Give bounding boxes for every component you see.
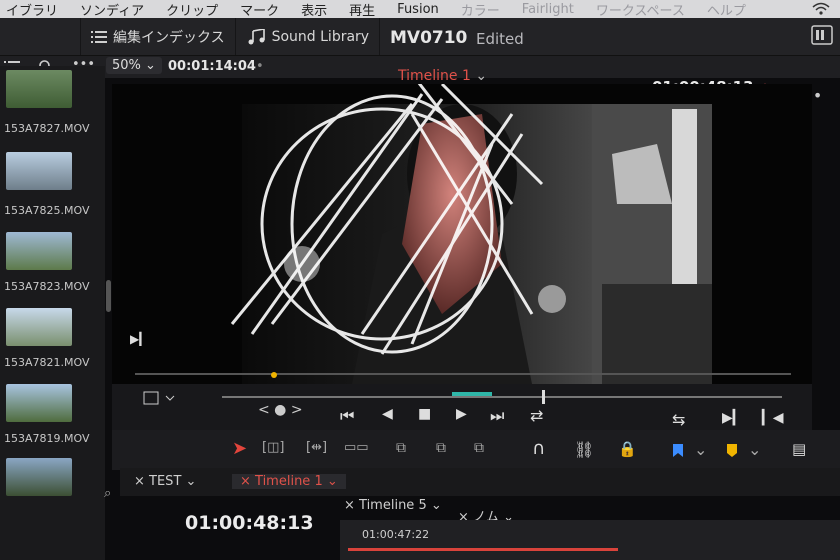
lock-icon[interactable]: 🔒 <box>618 440 637 458</box>
viewer-scrubber[interactable] <box>135 373 791 375</box>
status-dot-icon: • <box>256 59 264 74</box>
edit-index-button[interactable]: 編集インデックス <box>81 18 236 55</box>
ruler-timecode: 01:00:47:22 <box>362 528 430 541</box>
clip-thumbnail[interactable] <box>6 232 72 270</box>
skip-start-icon[interactable]: ⏮ <box>340 406 354 426</box>
media-pool-scrollbar[interactable] <box>106 280 111 312</box>
go-in-icon[interactable]: ▎◀ <box>762 410 784 426</box>
menu-help[interactable]: ヘルプ <box>707 0 746 19</box>
dynamic-trim-icon[interactable]: [⇹] <box>306 440 327 455</box>
source-timecode: 00:01:14:04 <box>168 59 256 74</box>
timeline-timecode: 01:00:48:13 <box>185 512 314 534</box>
tab-test[interactable]: × TEST ⌄ <box>134 474 196 489</box>
prev-frame-icon[interactable]: ◀ <box>382 406 393 422</box>
wifi-icon <box>812 2 830 15</box>
menu-mark[interactable]: マーク <box>240 0 279 19</box>
zoom-value: 50% <box>112 58 141 73</box>
clip-name[interactable]: 153A7821.MOV <box>4 356 90 369</box>
menu-fairlight[interactable]: Fairlight <box>522 2 574 17</box>
marker-icon[interactable] <box>726 444 738 458</box>
go-out-icon[interactable]: ▶▎ <box>722 410 744 426</box>
timeline-selector[interactable]: Timeline 1 ⌄ <box>398 68 487 84</box>
menu-media[interactable]: ソンディア <box>80 0 144 19</box>
nav-dots[interactable]: < ● > <box>258 402 303 418</box>
marker-dot[interactable] <box>271 372 277 378</box>
project-state: Edited <box>476 30 524 48</box>
match-frame-icon[interactable]: ⇆ <box>672 410 685 429</box>
edit-toolbar: ➤ [◫] [⇹] ▭▭ ⧉ ⧉ ⧉ ∩ ⛓ 🔒 ⌄ ⌄ ▤ <box>112 430 840 470</box>
menu-clip[interactable]: クリップ <box>166 0 218 19</box>
clip-thumbnail[interactable] <box>6 70 72 108</box>
flag-icon[interactable] <box>672 444 684 458</box>
edit-index-label: 編集インデックス <box>113 29 225 46</box>
clip-thumbnail[interactable] <box>6 458 72 496</box>
replace-icon[interactable]: ⧉ <box>474 440 484 456</box>
clip-name[interactable]: 153A7827.MOV <box>4 122 90 135</box>
select-arrow-icon[interactable]: ➤ <box>232 438 247 459</box>
tab-label: Timeline 5 <box>359 498 427 513</box>
chevron-down-icon[interactable]: ⌄ <box>694 440 707 459</box>
music-note-icon <box>248 28 265 44</box>
chevron-down-icon: ⌄ <box>475 68 488 84</box>
menu-playback[interactable]: 再生 <box>349 0 375 19</box>
video-frame <box>112 84 812 384</box>
safe-area-icon[interactable] <box>142 390 182 406</box>
clip-thumbnail[interactable] <box>6 308 72 346</box>
list-icon <box>91 30 107 43</box>
stop-icon[interactable]: ■ <box>418 406 431 422</box>
clip-name[interactable]: 153A7825.MOV <box>4 204 90 217</box>
trim-icon[interactable]: [◫] <box>262 440 284 455</box>
clip-name[interactable]: 153A7819.MOV <box>4 432 90 445</box>
tab-timeline-5[interactable]: × Timeline 5 ⌄ <box>344 498 442 513</box>
media-pool: 153A7827.MOV 153A7825.MOV 153A7823.MOV 1… <box>0 66 105 560</box>
zoom-select[interactable]: 50% ⌄ <box>106 57 162 74</box>
panel-layout-icon[interactable] <box>810 24 834 46</box>
overwrite-icon[interactable]: ⧉ <box>436 440 446 456</box>
clip-thumbnail[interactable] <box>6 384 72 422</box>
play-indicator-icon: ▶▎ <box>130 332 149 346</box>
clip-thumbnail[interactable] <box>6 152 72 190</box>
timeline-playhead[interactable] <box>348 548 618 551</box>
blade-icon[interactable]: ▭▭ <box>344 440 369 455</box>
menu-bar: イブラリ ソンディア クリップ マーク 表示 再生 Fusion カラー Fai… <box>0 0 840 18</box>
timeline-view-icon[interactable]: ▤ <box>792 440 806 458</box>
chevron-down-icon[interactable]: ⌄ <box>748 440 761 459</box>
jog-bar[interactable] <box>222 396 782 398</box>
loop-icon[interactable]: ⇄ <box>530 406 543 425</box>
menu-view[interactable]: 表示 <box>301 0 327 19</box>
toolbar-spacer <box>0 18 81 55</box>
timeline-name: Timeline 1 <box>398 68 471 84</box>
project-name: MV0710 <box>390 28 468 48</box>
video-viewer[interactable] <box>112 84 812 384</box>
snap-icon[interactable]: ∩ <box>532 438 545 459</box>
menu-color[interactable]: カラー <box>461 0 500 19</box>
clip-name[interactable]: 153A7823.MOV <box>4 280 90 293</box>
timeline-tabs: × TEST ⌄ × Timeline 1 ⌄ × Timeline 5 ⌄ ×… <box>120 468 840 537</box>
play-icon[interactable]: ▶ <box>456 406 467 422</box>
sound-library-label: Sound Library <box>271 28 370 45</box>
tab-timeline-1[interactable]: × Timeline 1 ⌄ <box>232 474 346 489</box>
tab-label: TEST <box>149 474 182 489</box>
tab-label: Timeline 1 <box>255 474 323 489</box>
search-icon[interactable]: ⌕ <box>104 486 111 501</box>
playhead[interactable] <box>542 390 545 404</box>
insert-icon[interactable]: ⧉ <box>396 440 406 456</box>
menu-library[interactable]: イブラリ <box>6 0 58 19</box>
menu-fusion[interactable]: Fusion <box>397 2 439 17</box>
menu-workspace[interactable]: ワークスペース <box>596 0 685 19</box>
sound-library-button[interactable]: Sound Library <box>236 18 381 55</box>
link-icon[interactable]: ⛓ <box>574 440 594 459</box>
skip-end-icon[interactable]: ⏭ <box>490 406 504 426</box>
